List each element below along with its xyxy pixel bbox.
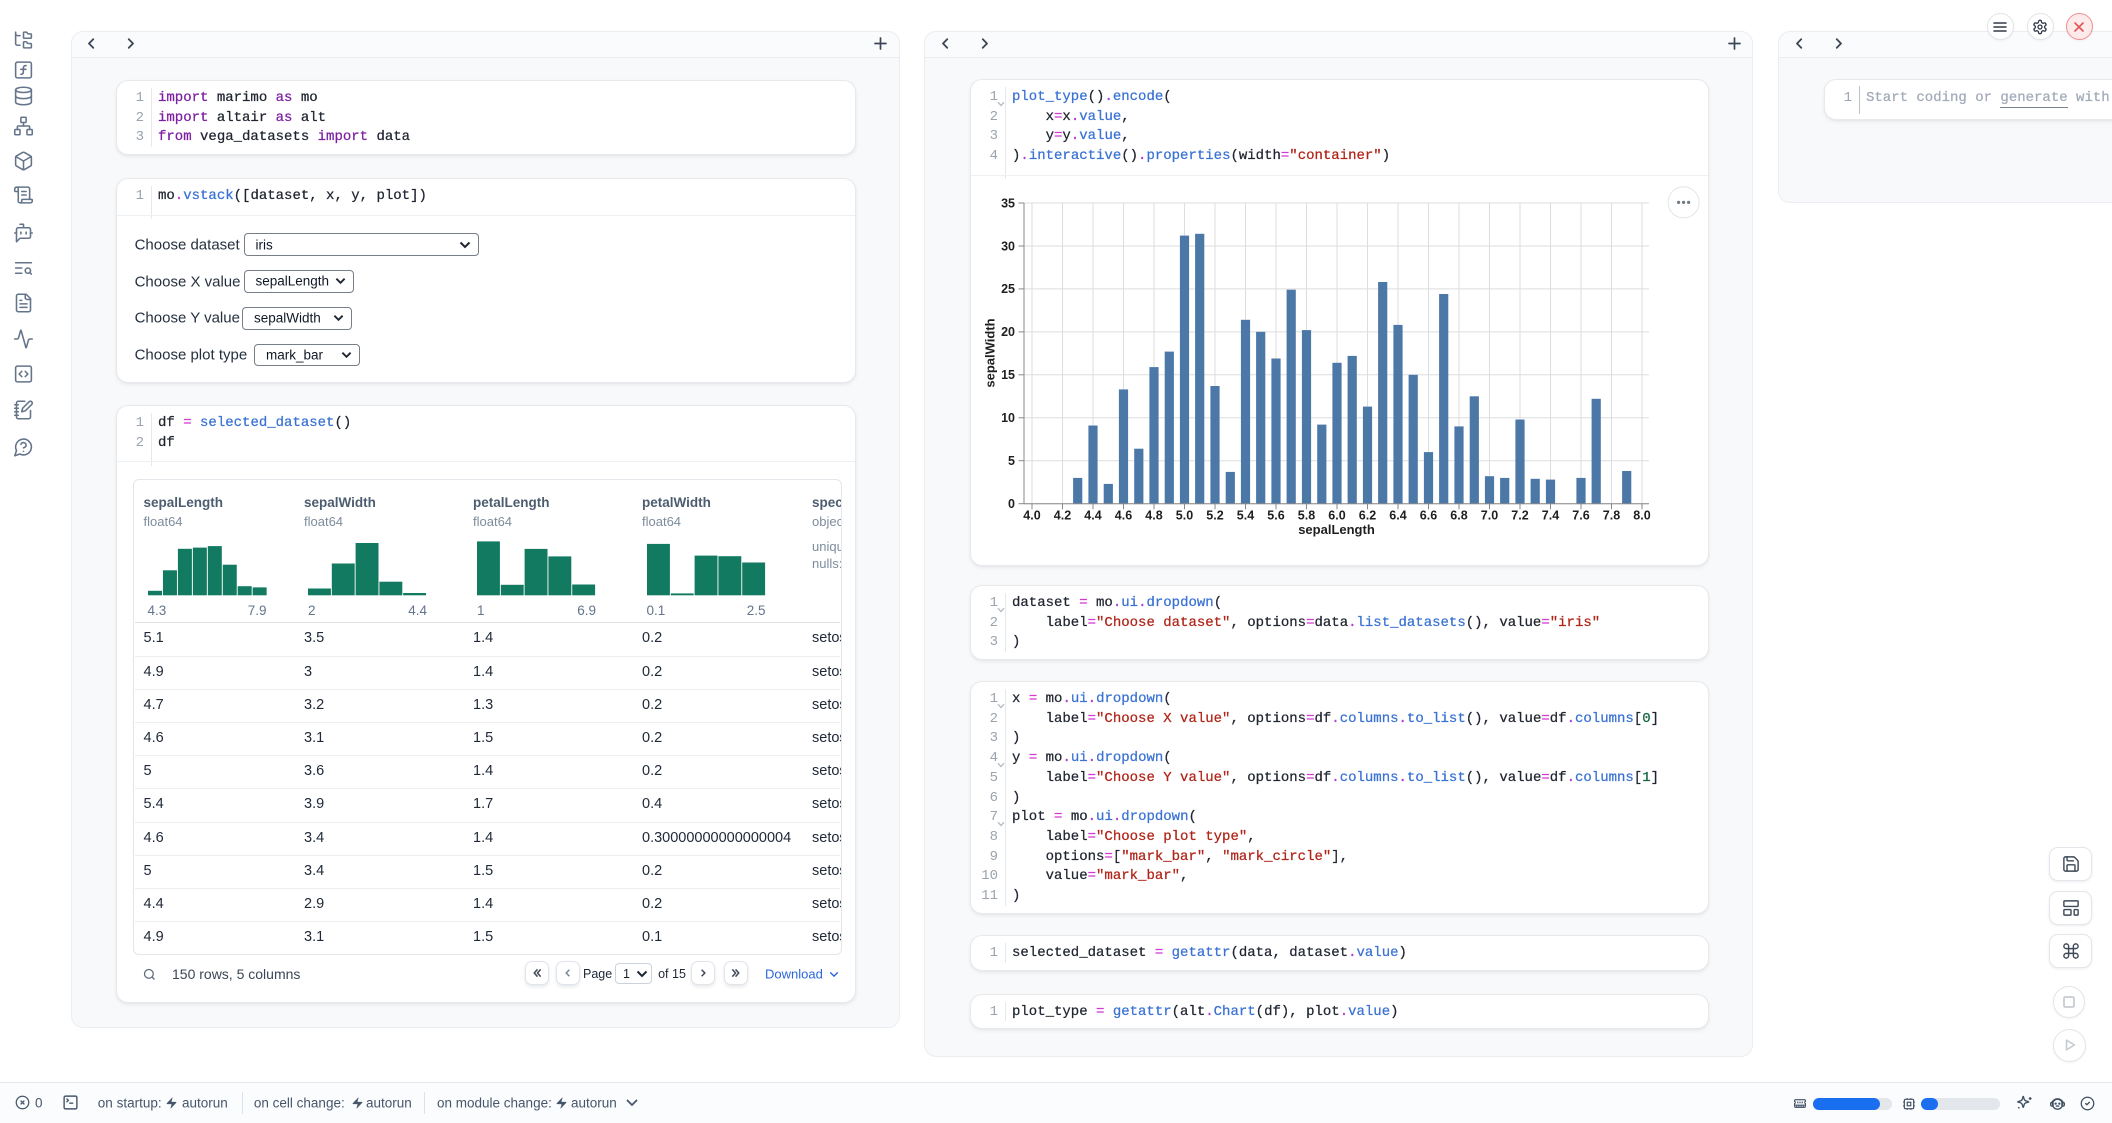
svg-text:6.0: 6.0 <box>1328 509 1345 523</box>
svg-text:5.8: 5.8 <box>1298 509 1315 523</box>
svg-text:5.4: 5.4 <box>1237 509 1254 523</box>
svg-text:10: 10 <box>1001 411 1015 425</box>
svg-text:5: 5 <box>1008 454 1015 468</box>
svg-text:8.0: 8.0 <box>1633 509 1650 523</box>
svg-text:15: 15 <box>1001 368 1015 382</box>
svg-text:7.4: 7.4 <box>1542 509 1559 523</box>
svg-text:20: 20 <box>1001 325 1015 339</box>
svg-text:4.4: 4.4 <box>1084 509 1101 523</box>
svg-text:6.4: 6.4 <box>1389 509 1406 523</box>
svg-text:6.8: 6.8 <box>1450 509 1467 523</box>
svg-text:25: 25 <box>1001 282 1015 296</box>
svg-text:4.8: 4.8 <box>1145 509 1162 523</box>
svg-text:30: 30 <box>1001 239 1015 253</box>
svg-text:4.0: 4.0 <box>1023 509 1040 523</box>
svg-text:0: 0 <box>1008 497 1015 511</box>
svg-text:6.2: 6.2 <box>1359 509 1376 523</box>
svg-text:sepalWidth: sepalWidth <box>983 318 998 387</box>
svg-text:5.2: 5.2 <box>1206 509 1223 523</box>
svg-text:5.6: 5.6 <box>1267 509 1284 523</box>
svg-text:5.0: 5.0 <box>1176 509 1193 523</box>
svg-text:4.2: 4.2 <box>1054 509 1071 523</box>
svg-text:4.6: 4.6 <box>1115 509 1132 523</box>
svg-text:7.8: 7.8 <box>1603 509 1620 523</box>
svg-text:7.6: 7.6 <box>1572 509 1589 523</box>
svg-text:35: 35 <box>1001 196 1015 210</box>
svg-text:sepalLength: sepalLength <box>1298 522 1375 537</box>
svg-text:7.2: 7.2 <box>1511 509 1528 523</box>
svg-text:6.6: 6.6 <box>1420 509 1437 523</box>
svg-text:7.0: 7.0 <box>1481 509 1498 523</box>
